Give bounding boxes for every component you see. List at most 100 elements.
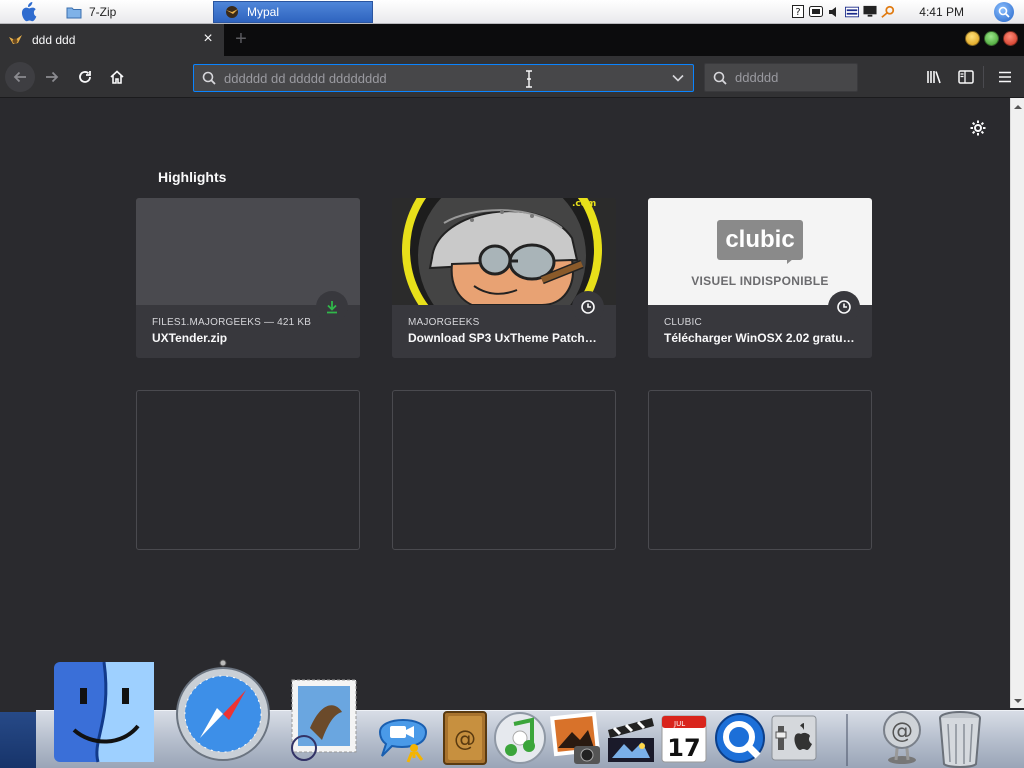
ical-day: 17 (667, 734, 700, 762)
highlight-card[interactable]: FILES1.MAJORGEEKS — 421 KB UXTender.zip (136, 198, 360, 358)
address-book-icon[interactable]: @ (440, 710, 490, 766)
search-bar[interactable] (704, 63, 911, 92)
clock-icon (828, 291, 860, 323)
empty-highlight-slot (136, 390, 360, 550)
taskbar-item-label: 7-Zip (89, 4, 117, 19)
tab-close-icon[interactable]: × (200, 31, 216, 48)
taskbar-item-label: Mypal (247, 4, 280, 19)
card-thumbnail: clubic VISUEL INDISPONIBLE (648, 198, 872, 305)
card-title: UXTender.zip (152, 331, 228, 345)
taskbar-item-mypal[interactable]: Mypal (213, 0, 373, 23)
card-thumbnail: .com (392, 198, 616, 350)
new-tab-button[interactable]: + (230, 29, 252, 50)
close-window-button[interactable] (1003, 31, 1018, 46)
menu-button[interactable] (992, 64, 1018, 90)
card-host: FILES1.MAJORGEEKS — 421 KB (152, 317, 312, 328)
quicktime-icon[interactable] (712, 710, 768, 766)
folder-icon (66, 7, 82, 18)
dock: @ JUL 17 @ (0, 659, 1024, 768)
library-icon (927, 71, 941, 84)
empty-highlight-slot (392, 390, 616, 550)
card-host: CLUBIC (664, 317, 702, 328)
speaker-icon[interactable] (827, 5, 841, 18)
key-icon[interactable] (881, 5, 895, 18)
majorgeeks-mascot-image: .com (392, 198, 616, 350)
ichat-icon[interactable] (372, 704, 434, 766)
finder-icon[interactable] (52, 660, 156, 764)
card-thumbnail (136, 198, 360, 305)
sidebar-button[interactable] (953, 64, 979, 90)
home-icon (110, 70, 124, 84)
vertical-scrollbar[interactable] (1010, 98, 1024, 710)
reload-icon (79, 71, 91, 83)
download-icon (316, 291, 348, 323)
forward-button[interactable] (37, 62, 67, 92)
highlights-heading: Highlights (158, 169, 227, 185)
back-arrow-icon (13, 71, 26, 83)
imovie-icon[interactable] (602, 710, 658, 766)
safari-icon[interactable] (174, 658, 272, 762)
volume-icon[interactable] (809, 5, 824, 18)
toolbar-separator (983, 66, 984, 88)
highlight-card[interactable]: clubic VISUEL INDISPONIBLE CLUBIC Téléch… (648, 198, 872, 358)
help-icon[interactable]: ? (791, 5, 805, 18)
tab-strip: ddd ddd × + (0, 24, 1024, 56)
empty-highlight-slot (648, 390, 872, 550)
monitor-icon[interactable] (863, 5, 877, 18)
search-icon (713, 71, 727, 85)
scroll-up-icon[interactable] (1013, 102, 1023, 112)
url-input[interactable] (224, 70, 671, 86)
svg-text:@: @ (891, 719, 913, 744)
library-button[interactable] (921, 64, 947, 90)
scroll-down-icon[interactable] (1013, 696, 1023, 706)
ical-icon[interactable]: JUL 17 (658, 712, 710, 766)
itunes-icon[interactable] (492, 710, 548, 766)
system-preferences-icon[interactable] (768, 712, 820, 764)
url-bar[interactable] (193, 64, 694, 92)
thumbnail-caption: VISUEL INDISPONIBLE (691, 274, 829, 288)
system-tray: ? 4:41 PM (791, 0, 1024, 24)
svg-text:?: ? (796, 7, 801, 18)
maximize-button[interactable] (984, 31, 999, 46)
highlight-card[interactable]: .com MAJORGEEKS Download SP3 UxTheme Pat… (392, 198, 616, 358)
card-title: Download SP3 UxTheme Patcher ... (408, 331, 600, 345)
search-icon (202, 71, 216, 85)
taskbar-item-7zip[interactable]: 7-Zip (56, 1, 206, 23)
mail-icon[interactable] (286, 678, 362, 762)
mypal-icon (226, 5, 238, 18)
dock-divider (846, 714, 848, 766)
navigation-toolbar (0, 56, 1024, 98)
dock-edge (0, 712, 36, 768)
gear-icon[interactable] (966, 116, 990, 140)
apple-menu-icon[interactable] (0, 0, 56, 24)
text-cursor-icon (524, 70, 534, 88)
svg-text:.com: .com (572, 199, 596, 209)
clock[interactable]: 4:41 PM (919, 5, 964, 19)
card-host: MAJORGEEKS (408, 317, 480, 328)
network-icon[interactable] (845, 5, 860, 18)
minimize-button[interactable] (965, 31, 980, 46)
tab-favicon-icon (8, 32, 24, 48)
clubic-logo: clubic (717, 220, 803, 264)
trash-icon[interactable] (934, 708, 986, 768)
reload-button[interactable] (70, 62, 100, 92)
sidebar-icon (958, 70, 974, 84)
svg-text:@: @ (454, 727, 476, 752)
window-controls (965, 31, 1018, 46)
search-input[interactable] (735, 70, 911, 85)
forward-arrow-icon (46, 71, 59, 83)
mail-server-icon[interactable]: @ (876, 708, 928, 766)
spotlight-search-icon[interactable] (994, 1, 1014, 22)
ical-month: JUL (673, 720, 685, 728)
clock-icon (572, 291, 604, 323)
home-button[interactable] (102, 62, 132, 92)
new-tab-page: Highlights FILES1.MAJORGEEKS — 421 KB UX… (0, 98, 1024, 710)
iphoto-icon[interactable] (548, 710, 604, 766)
browser-tab[interactable]: ddd ddd × (0, 24, 224, 56)
card-title: Télécharger WinOSX 2.02 gratuit ... (664, 331, 856, 345)
tab-title: ddd ddd (32, 33, 76, 47)
os-taskbar: 7-Zip Mypal ? 4:41 PM (0, 0, 1024, 24)
back-button[interactable] (5, 62, 35, 92)
chevron-down-icon[interactable] (671, 74, 685, 82)
hamburger-menu-icon (999, 71, 1011, 83)
